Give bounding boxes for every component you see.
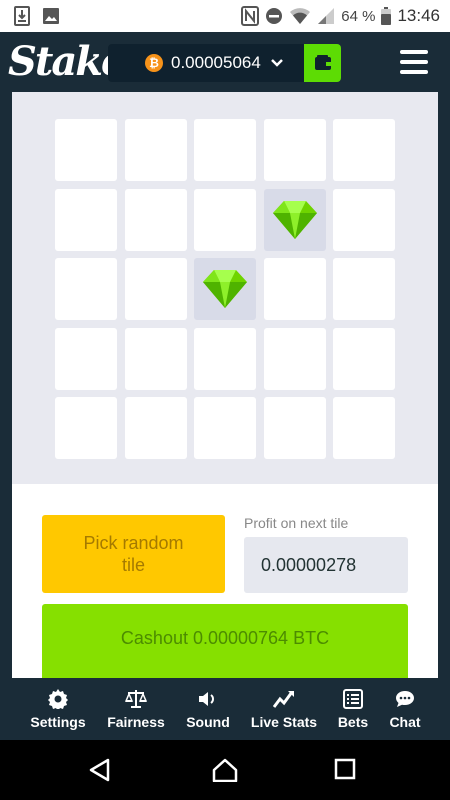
chevron-down-icon: [270, 59, 283, 67]
chat-bubble-icon: [395, 688, 415, 710]
hidden-tile[interactable]: [263, 258, 326, 320]
tab-fairness[interactable]: Fairness: [103, 678, 169, 740]
balance-value: 0.00005064: [171, 53, 261, 72]
tab-bets[interactable]: Bets: [336, 678, 370, 740]
list-icon: [343, 688, 363, 710]
hidden-tile[interactable]: [194, 327, 256, 390]
hidden-tile[interactable]: [263, 327, 326, 390]
hidden-tile[interactable]: [55, 397, 117, 459]
hamburger-menu-icon[interactable]: [400, 50, 428, 74]
do-not-disturb-icon: [265, 7, 283, 25]
hidden-tile[interactable]: [333, 258, 395, 320]
hidden-tile[interactable]: [55, 327, 117, 390]
back-icon[interactable]: [88, 758, 110, 787]
hidden-tile[interactable]: [55, 188, 117, 251]
gem-icon: [202, 268, 248, 315]
profit-label: Profit on next tile: [244, 515, 349, 531]
hidden-tile[interactable]: [333, 119, 395, 181]
hidden-tile[interactable]: [124, 188, 187, 251]
hidden-tile[interactable]: [124, 327, 187, 390]
image-icon: [42, 7, 60, 25]
hidden-tile[interactable]: [55, 119, 117, 181]
hidden-tile[interactable]: [263, 397, 326, 459]
hidden-tile[interactable]: [333, 188, 395, 251]
system-nav-bar: [0, 740, 450, 800]
hidden-tile[interactable]: [333, 397, 395, 459]
mines-grid: [12, 92, 438, 484]
battery-percentage: 64 %: [341, 7, 376, 25]
tab-chat[interactable]: Chat: [386, 678, 424, 740]
hidden-tile[interactable]: [194, 119, 256, 181]
pick-random-tile-button[interactable]: Pick random tile: [42, 515, 225, 593]
cashout-button[interactable]: Cashout 0.00000764 BTC: [42, 604, 408, 678]
wallet-icon: [314, 55, 332, 71]
bitcoin-icon: ₿: [145, 54, 163, 72]
hidden-tile[interactable]: [55, 258, 117, 320]
hidden-tile[interactable]: [333, 327, 395, 390]
home-icon[interactable]: [212, 758, 238, 787]
nfc-icon: [241, 6, 260, 26]
tab-settings[interactable]: Settings: [26, 678, 90, 740]
status-bar: 64 % 13:46: [0, 0, 450, 32]
wallet-button[interactable]: [304, 44, 341, 82]
hidden-tile[interactable]: [124, 397, 187, 459]
profit-value-field: 0.00000278: [244, 537, 408, 593]
hidden-tile[interactable]: [124, 258, 187, 320]
gem-icon: [272, 199, 318, 246]
wifi-icon: [289, 7, 311, 25]
battery-icon: [381, 7, 392, 25]
bet-controls: Pick random tile Profit on next tile 0.0…: [12, 484, 438, 678]
hidden-tile[interactable]: [124, 119, 187, 181]
stake-logo[interactable]: Stake: [8, 38, 126, 85]
app-header: Stake ₿ 0.00005064: [0, 32, 450, 92]
gear-icon: [48, 688, 68, 710]
hidden-tile[interactable]: [194, 188, 256, 251]
clock: 13:46: [397, 6, 440, 25]
download-icon: [14, 6, 30, 26]
trend-icon: [273, 688, 295, 710]
hidden-tile[interactable]: [194, 397, 256, 459]
bottom-tab-bar: Settings Fairness Sound Live Stats Bets …: [0, 678, 450, 740]
tab-live-stats[interactable]: Live Stats: [246, 678, 322, 740]
speaker-icon: [198, 688, 218, 710]
signal-icon: [317, 7, 335, 25]
balance-selector[interactable]: ₿ 0.00005064: [108, 44, 304, 82]
tab-sound[interactable]: Sound: [183, 678, 233, 740]
hidden-tile[interactable]: [263, 119, 326, 181]
scales-icon: [125, 688, 147, 710]
gem-tile: [263, 188, 326, 251]
gem-tile: [194, 258, 256, 320]
recents-icon[interactable]: [334, 758, 356, 785]
